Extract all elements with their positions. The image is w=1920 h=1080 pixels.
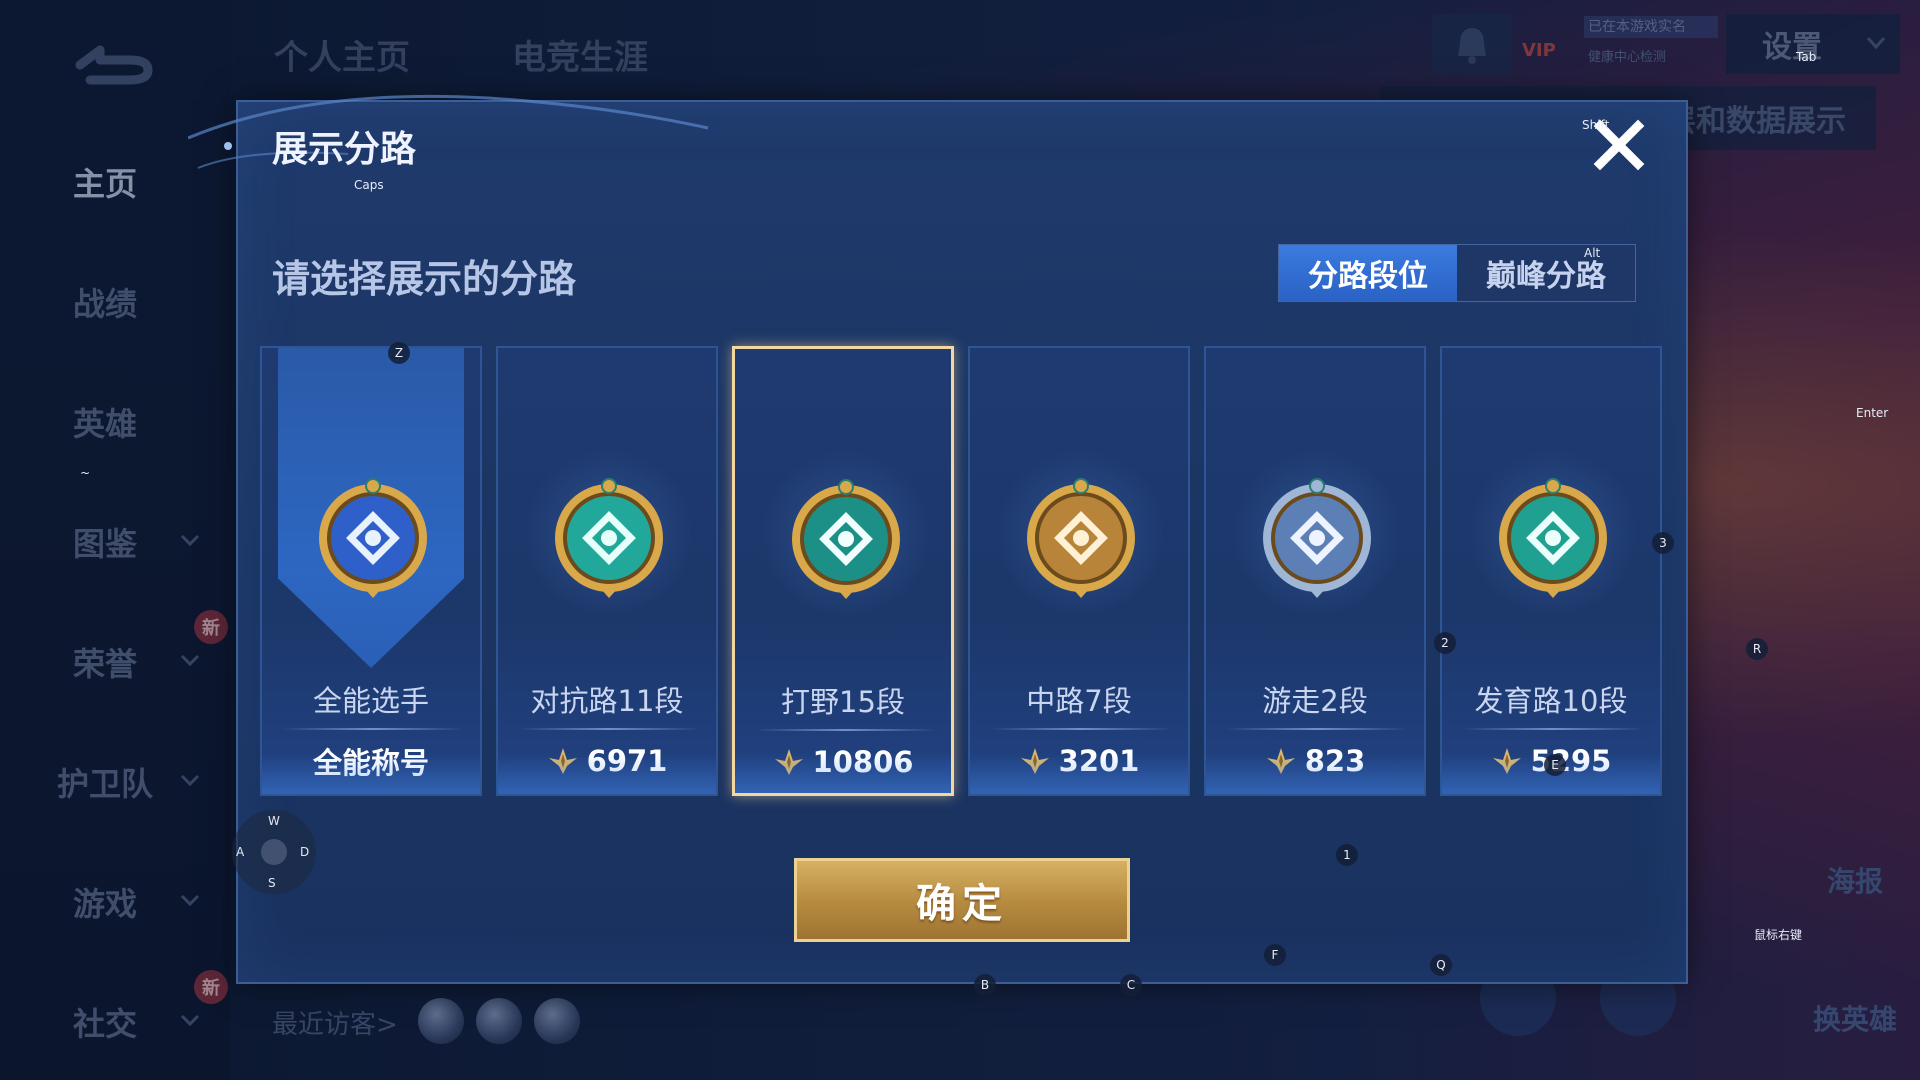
key-hint-z: Z bbox=[388, 342, 410, 364]
dialog-title: 展示分路 bbox=[272, 129, 417, 170]
key-hint-alt: Alt bbox=[1584, 246, 1601, 260]
key-hint-a: A bbox=[236, 845, 245, 859]
lane-display-dialog: 展示分路 请选择展示的分路 分路段位 巅峰分路 全能选手全能称号对抗路11段69… bbox=[188, 94, 1688, 984]
key-hint-c: C bbox=[1120, 974, 1142, 996]
card-bottom-glow bbox=[735, 753, 951, 793]
lane-card[interactable]: 打野15段10806 bbox=[732, 346, 954, 796]
card-bottom-glow bbox=[970, 754, 1188, 794]
card-bottom-glow bbox=[1206, 754, 1424, 794]
card-bottom-glow bbox=[262, 754, 480, 794]
key-hint-w: W bbox=[268, 814, 280, 828]
card-divider bbox=[282, 728, 464, 730]
key-hint-mouse-right: 鼠标右键 bbox=[1754, 928, 1803, 942]
farm-lane-emblem-icon bbox=[1499, 478, 1607, 598]
game-screen: 个人主页 电竞生涯 VIP 已在本游戏实名 健康中心检测 设置 层和数据展示 最… bbox=[0, 0, 1920, 1080]
key-hint-b: B bbox=[974, 974, 996, 996]
tab-lane-rank[interactable]: 分路段位 bbox=[1279, 245, 1457, 301]
clash-lane-emblem-icon bbox=[555, 478, 663, 598]
key-hint-1: 1 bbox=[1336, 844, 1358, 866]
lane-name: 发育路10段 bbox=[1474, 684, 1628, 718]
key-hint-enter: Enter bbox=[1856, 406, 1889, 420]
mid-lane-emblem-icon bbox=[1027, 478, 1135, 598]
wasd-joystick[interactable]: W A S D bbox=[232, 810, 316, 894]
lane-card[interactable]: 对抗路11段6971 bbox=[496, 346, 718, 796]
card-divider bbox=[1226, 728, 1408, 730]
key-hint-shift: Shift bbox=[1582, 118, 1610, 132]
key-hint-caps: Caps bbox=[354, 178, 384, 192]
dialog-subtitle: 请选择展示的分路 bbox=[272, 257, 577, 301]
key-hint-r: R bbox=[1746, 638, 1768, 660]
lane-card[interactable]: 游走2段823 bbox=[1204, 346, 1426, 796]
roam-emblem-icon bbox=[1263, 478, 1371, 598]
joystick-knob[interactable] bbox=[261, 839, 287, 865]
key-hint-d: D bbox=[300, 845, 310, 859]
lane-name: 全能选手 bbox=[312, 684, 429, 718]
key-hint-3: 3 bbox=[1652, 532, 1674, 554]
card-bottom-glow bbox=[498, 754, 716, 794]
card-divider bbox=[518, 728, 700, 730]
confirm-button[interactable]: 确定 bbox=[794, 858, 1130, 942]
key-hint-f: F bbox=[1264, 944, 1286, 966]
key-hint-e: E bbox=[1544, 754, 1566, 776]
key-hint-2: 2 bbox=[1434, 632, 1456, 654]
tab-peak-lane[interactable]: 巅峰分路 bbox=[1457, 245, 1635, 301]
lane-name: 游走2段 bbox=[1262, 684, 1368, 718]
card-divider bbox=[990, 728, 1172, 730]
key-hint-s: S bbox=[268, 876, 276, 890]
card-divider bbox=[755, 729, 937, 731]
lane-card[interactable]: 发育路10段5295 bbox=[1440, 346, 1662, 796]
lane-mode-switch: 分路段位 巅峰分路 bbox=[1278, 244, 1636, 302]
key-hint-tilde: ~ bbox=[80, 466, 91, 480]
all-round-emblem-icon bbox=[319, 478, 427, 598]
key-hint-q: Q bbox=[1430, 954, 1452, 976]
lane-card[interactable]: 中路7段3201 bbox=[968, 346, 1190, 796]
jungle-emblem-icon bbox=[792, 479, 900, 599]
lane-card[interactable]: 全能选手全能称号 bbox=[260, 346, 482, 796]
key-hint-tab: Tab bbox=[1796, 50, 1817, 64]
lane-name: 对抗路11段 bbox=[530, 684, 684, 718]
lane-name: 中路7段 bbox=[1026, 684, 1132, 718]
card-divider bbox=[1462, 728, 1644, 730]
lane-name: 打野15段 bbox=[781, 685, 905, 719]
